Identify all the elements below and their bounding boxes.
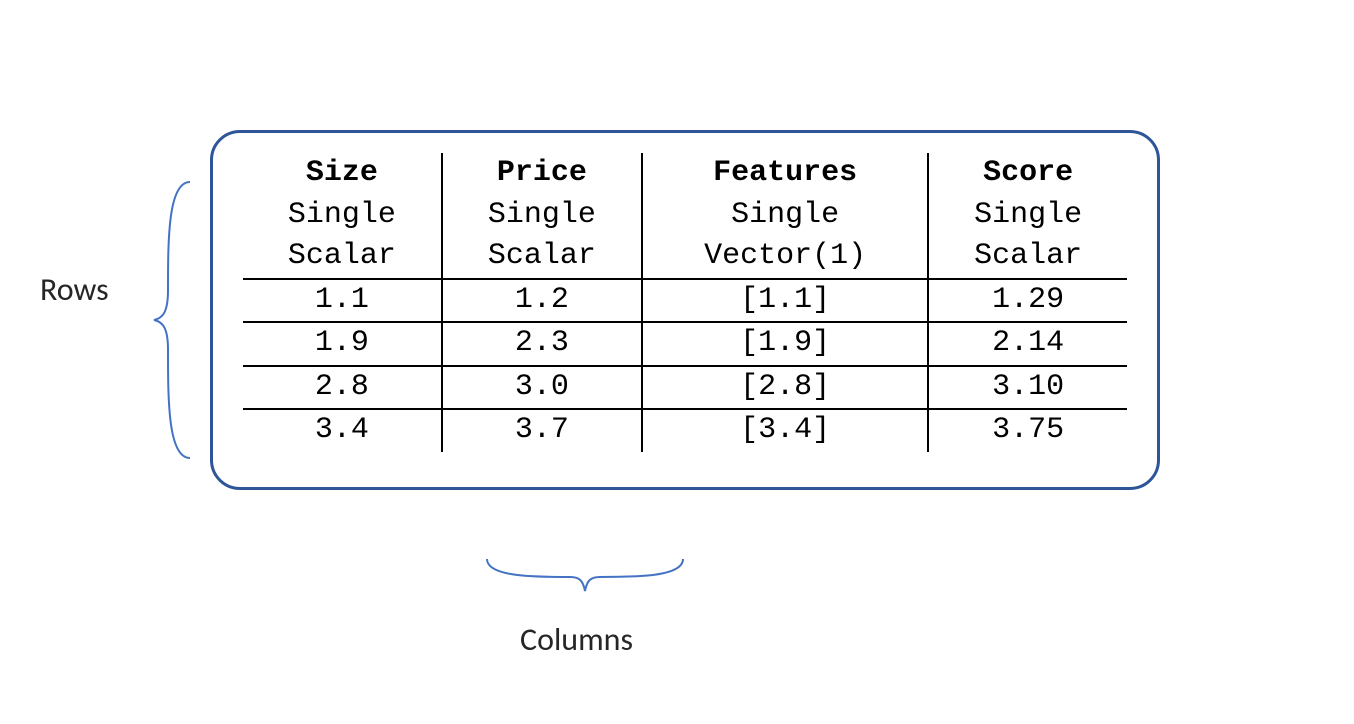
cell: 3.0 <box>442 366 642 410</box>
table-row: 2.8 3.0 [2.8] 3.10 <box>243 366 1127 410</box>
cell: [1.9] <box>642 322 928 366</box>
diagram-stage: Rows Size Price Features Score Single Si… <box>0 0 1354 724</box>
table-container: Size Price Features Score Single Single … <box>210 130 1160 490</box>
cell: [1.1] <box>642 279 928 323</box>
col-cardinality: Single <box>243 195 442 237</box>
col-name: Score <box>928 153 1127 195</box>
col-dtype: Scalar <box>928 236 1127 279</box>
table-row: 3.4 3.7 [3.4] 3.75 <box>243 409 1127 452</box>
columns-axis-label: Columns <box>520 620 633 659</box>
cell: 2.8 <box>243 366 442 410</box>
header-row-name: Size Price Features Score <box>243 153 1127 195</box>
cell: 3.75 <box>928 409 1127 452</box>
cell: 3.4 <box>243 409 442 452</box>
rows-brace-icon <box>150 180 200 460</box>
cell: 3.7 <box>442 409 642 452</box>
col-cardinality: Single <box>642 195 928 237</box>
col-cardinality: Single <box>928 195 1127 237</box>
table-row: 1.9 2.3 [1.9] 2.14 <box>243 322 1127 366</box>
cell: 2.14 <box>928 322 1127 366</box>
header-row-cardinality: Single Single Single Single <box>243 195 1127 237</box>
col-name: Size <box>243 153 442 195</box>
col-dtype: Vector(1) <box>642 236 928 279</box>
col-dtype: Scalar <box>442 236 642 279</box>
col-name: Features <box>642 153 928 195</box>
data-table: Size Price Features Score Single Single … <box>243 153 1127 452</box>
cell: 1.1 <box>243 279 442 323</box>
cell: [2.8] <box>642 366 928 410</box>
table-body: Size Price Features Score Single Single … <box>243 153 1127 452</box>
table-row: 1.1 1.2 [1.1] 1.29 <box>243 279 1127 323</box>
cell: 3.10 <box>928 366 1127 410</box>
cell: 1.2 <box>442 279 642 323</box>
rows-axis-label: Rows <box>40 270 109 309</box>
col-cardinality: Single <box>442 195 642 237</box>
cell: 1.9 <box>243 322 442 366</box>
columns-brace-icon <box>485 555 685 595</box>
header-row-dtype: Scalar Scalar Vector(1) Scalar <box>243 236 1127 279</box>
cell: 1.29 <box>928 279 1127 323</box>
col-name: Price <box>442 153 642 195</box>
cell: 2.3 <box>442 322 642 366</box>
col-dtype: Scalar <box>243 236 442 279</box>
cell: [3.4] <box>642 409 928 452</box>
